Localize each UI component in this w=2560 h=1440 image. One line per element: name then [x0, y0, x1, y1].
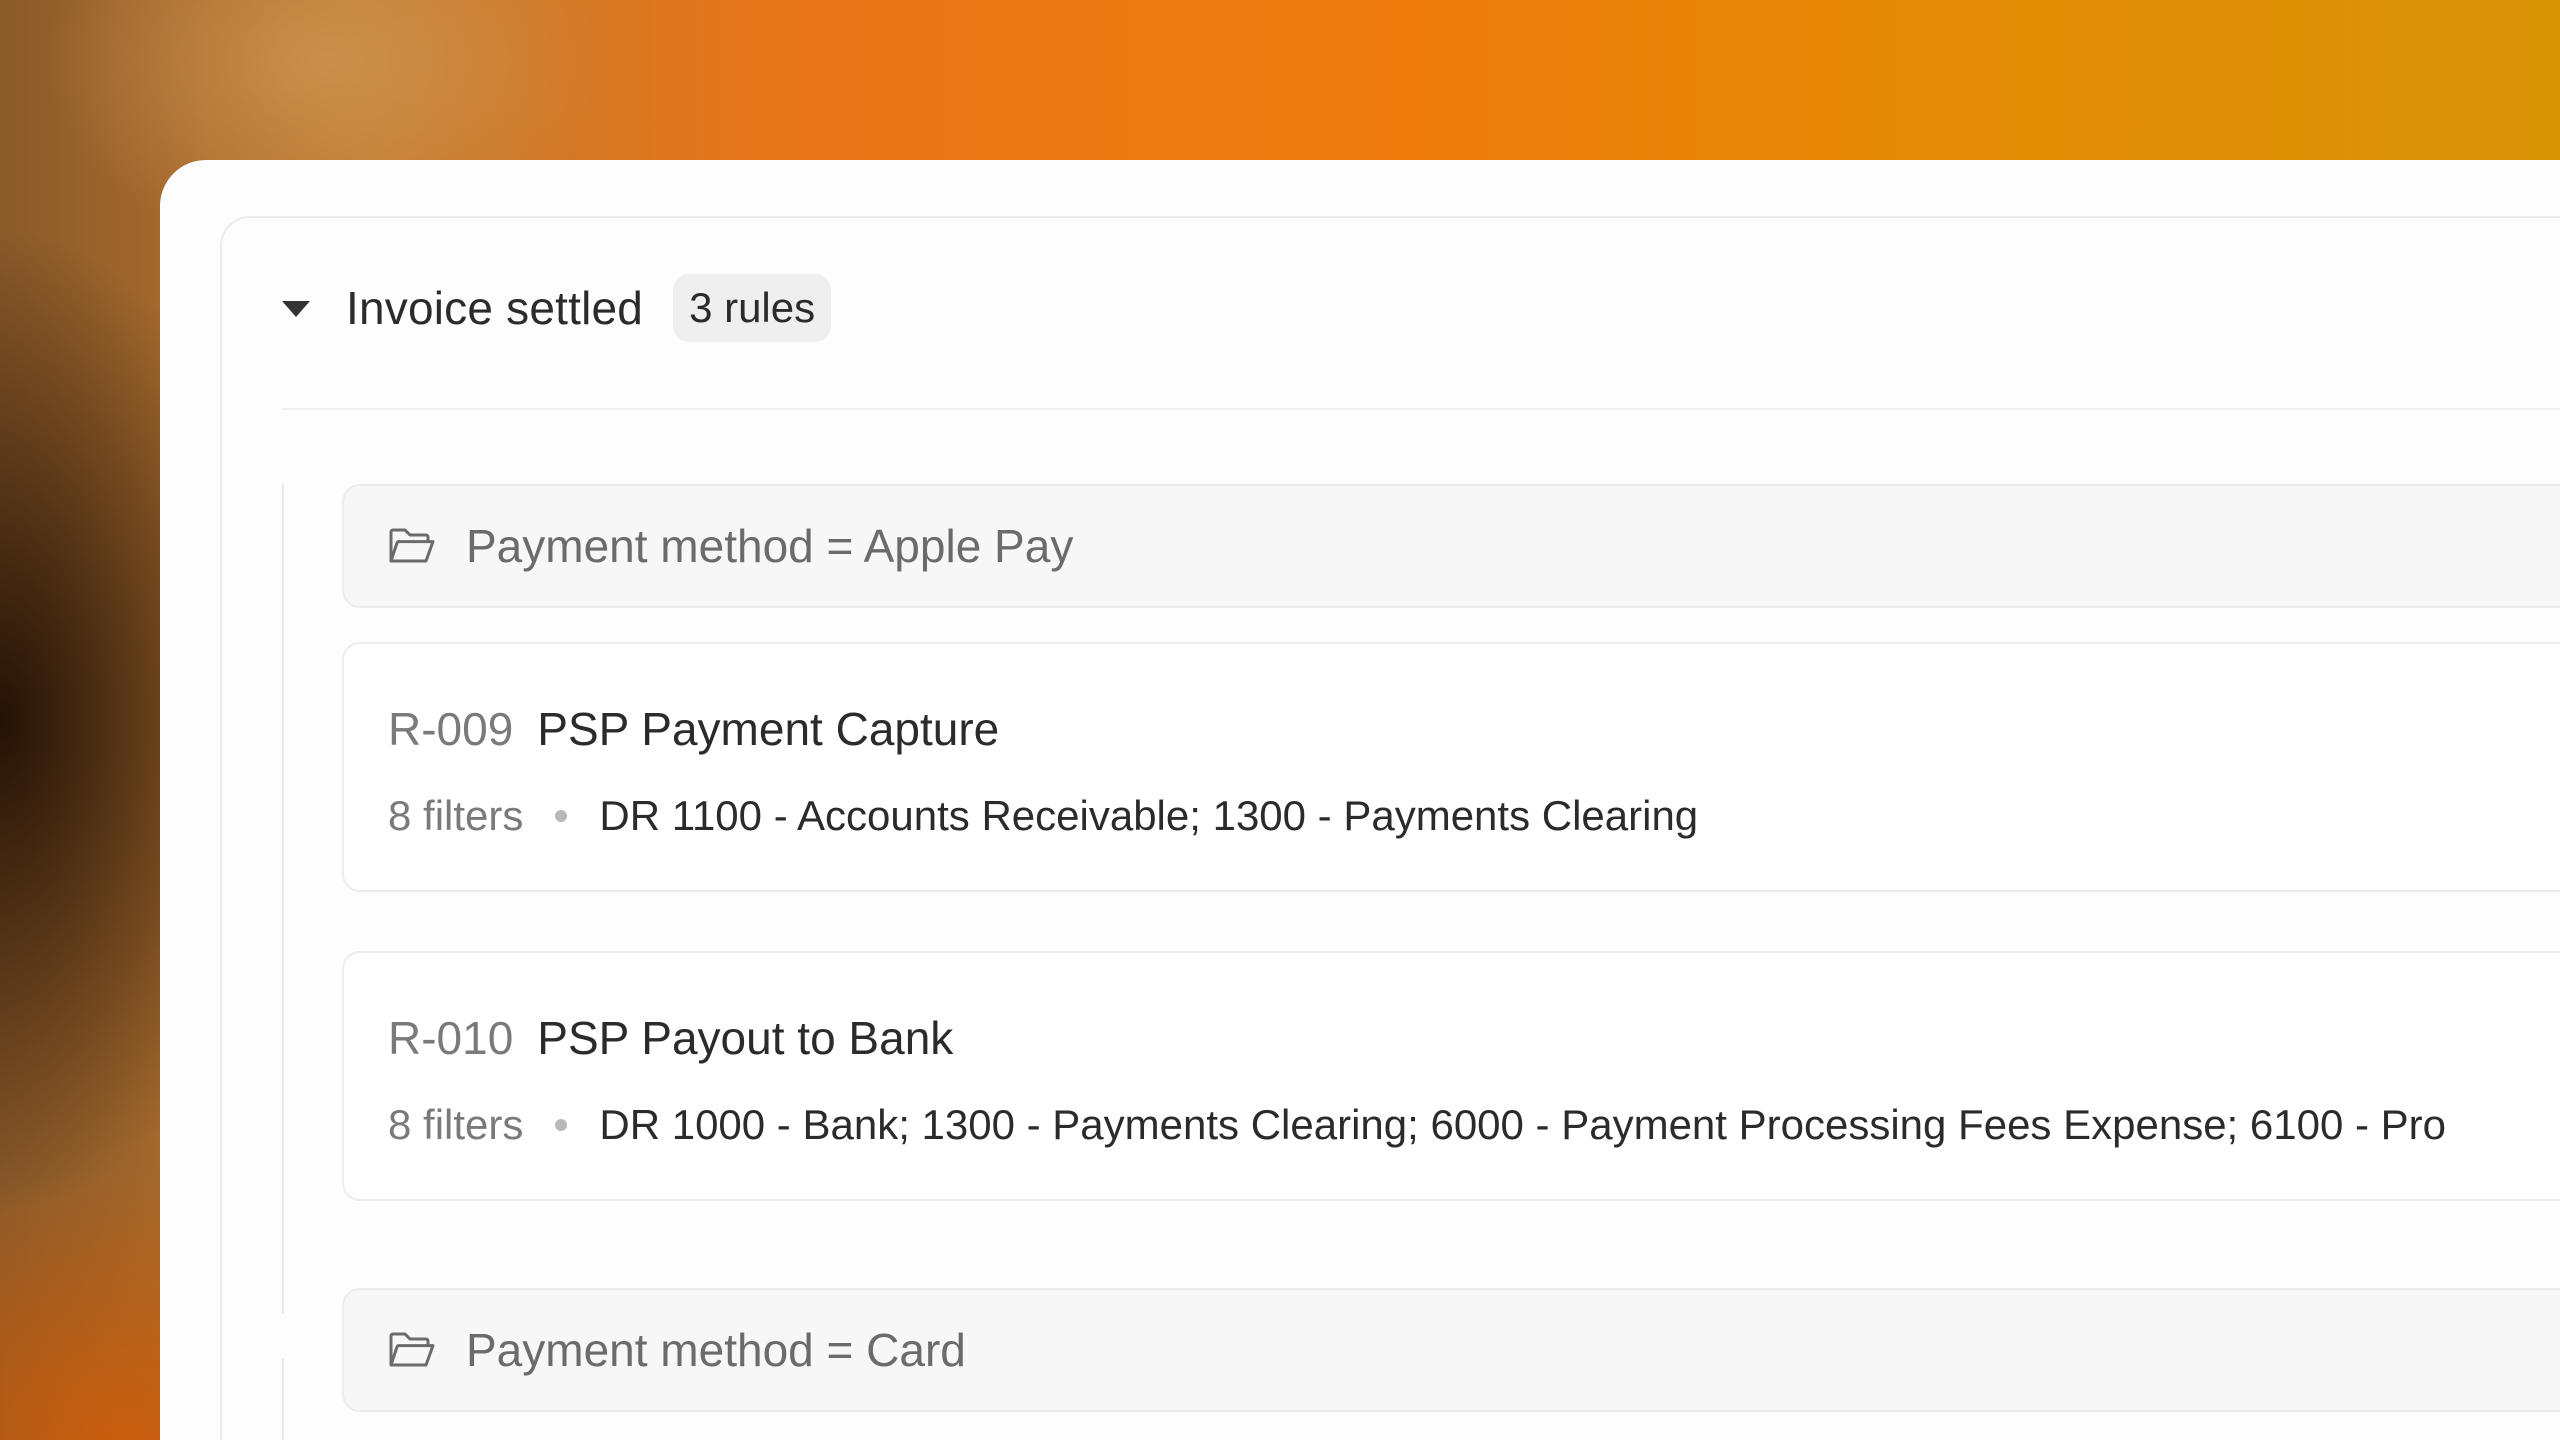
rule-name: PSP Payout to Bank — [537, 1012, 954, 1064]
app-window: Invoice settled 3 rules Payment method =… — [160, 160, 2560, 1440]
folder-open-icon — [389, 1332, 435, 1367]
rule-card-r-009[interactable]: R-009 PSP Payment Capture 8 filters DR 1… — [342, 642, 2560, 892]
folder-row-card[interactable]: Payment method = Card — [342, 1288, 2560, 1412]
rule-title-line: R-009 PSP Payment Capture — [388, 702, 999, 756]
rule-description: DR 1000 - Bank; 1300 - Payments Clearing… — [599, 1101, 2447, 1148]
rule-description: DR 1100 - Accounts Receivable; 1300 - Pa… — [599, 792, 1699, 839]
rules-panel: Invoice settled 3 rules Payment method =… — [220, 216, 2560, 1440]
rule-filter-count: 8 filters — [388, 792, 524, 839]
rule-filter-count: 8 filters — [388, 1101, 524, 1148]
caret-down-icon[interactable] — [282, 301, 310, 317]
rule-id: R-009 — [388, 703, 514, 755]
rule-title-line: R-010 PSP Payout to Bank — [388, 1011, 953, 1065]
folder-row-apple-pay[interactable]: Payment method = Apple Pay — [342, 484, 2560, 608]
header-divider — [282, 408, 2560, 410]
group-title: Invoice settled — [346, 282, 644, 334]
group-header[interactable]: Invoice settled 3 rules — [282, 272, 832, 344]
folder-label: Payment method = Card — [466, 1324, 966, 1376]
rule-name: PSP Payment Capture — [537, 703, 1000, 755]
tree-line — [282, 1358, 284, 1440]
rule-meta-line: 8 filters DR 1000 - Bank; 1300 - Payment… — [388, 1101, 2446, 1149]
rule-card-r-010[interactable]: R-010 PSP Payout to Bank 8 filters DR 10… — [342, 951, 2560, 1201]
separator-dot — [555, 1119, 568, 1131]
rule-count-badge: 3 rules — [673, 274, 832, 342]
rule-id: R-010 — [388, 1012, 514, 1064]
folder-open-icon — [389, 528, 435, 563]
rule-meta-line: 8 filters DR 1100 - Accounts Receivable;… — [388, 792, 1698, 840]
folder-label: Payment method = Apple Pay — [466, 520, 1074, 572]
tree-line — [282, 484, 284, 1314]
separator-dot — [555, 810, 568, 822]
